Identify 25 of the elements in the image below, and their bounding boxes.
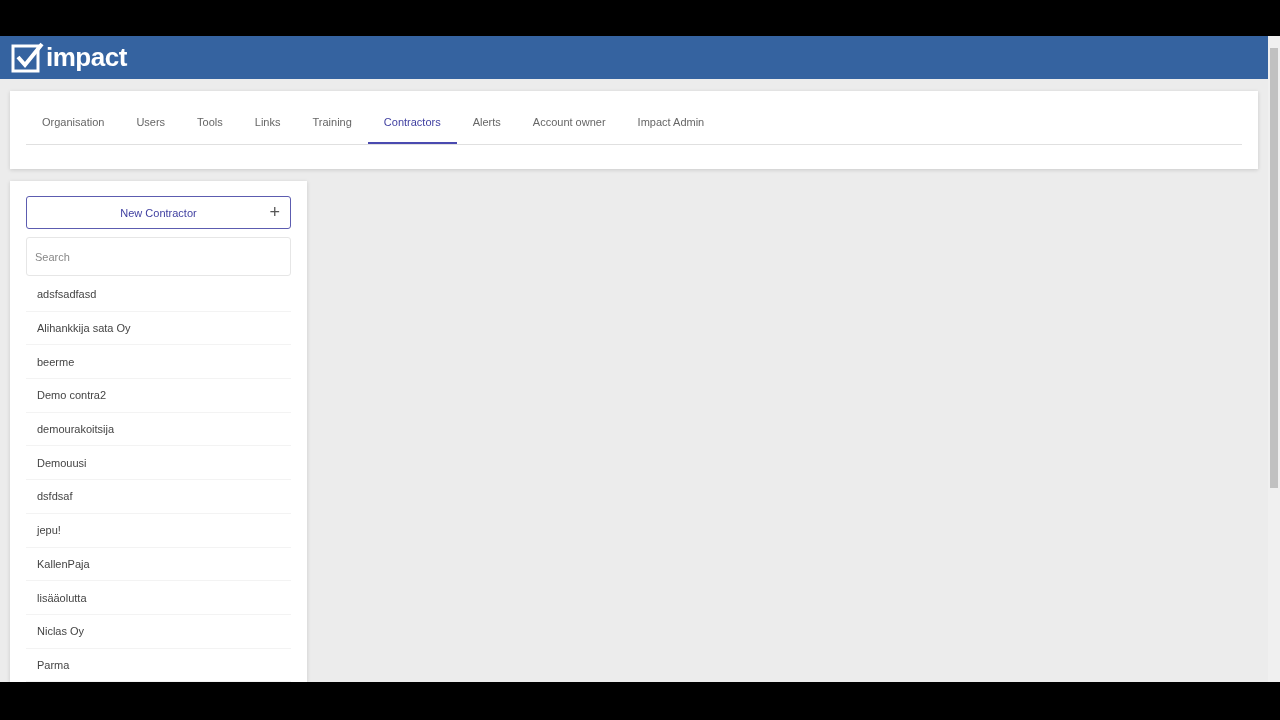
- nav-tab[interactable]: Organisation: [26, 91, 121, 144]
- contractor-list-item[interactable]: beerme: [26, 345, 291, 380]
- contractor-list-item[interactable]: dsfdsaf: [26, 480, 291, 514]
- nav-tab[interactable]: Contractors: [367, 91, 457, 144]
- contractor-list-item[interactable]: demourakoitsija: [26, 412, 291, 447]
- contractor-list-item[interactable]: Niclas Oy: [26, 614, 291, 649]
- contractor-list-item[interactable]: adsfsadfasd: [26, 278, 291, 312]
- nav-tab[interactable]: Users: [120, 91, 182, 144]
- search-field[interactable]: Search: [26, 237, 291, 276]
- contractor-list-item[interactable]: Alihankkija sata Oy: [26, 311, 291, 346]
- nav-tab[interactable]: Links: [238, 91, 297, 144]
- logo-text: impact: [46, 42, 127, 73]
- nav-tab[interactable]: Impact Admin: [621, 91, 721, 144]
- contractor-list-item[interactable]: KallenPaja: [26, 547, 291, 582]
- contractor-list-item[interactable]: jepu!: [26, 513, 291, 548]
- nav-tab[interactable]: Account owner: [516, 91, 622, 144]
- nav-tab[interactable]: Alerts: [456, 91, 517, 144]
- nav-tab[interactable]: Tools: [181, 91, 239, 144]
- nav-tab[interactable]: Training: [296, 91, 368, 144]
- new-contractor-button[interactable]: New Contractor +: [26, 196, 291, 229]
- scrollbar[interactable]: [1268, 36, 1280, 682]
- contractor-list-item[interactable]: Demouusi: [26, 446, 291, 481]
- contractor-list-item[interactable]: lisääolutta: [26, 581, 291, 615]
- checkbox-logo-icon: [11, 42, 44, 73]
- contractor-list-item[interactable]: Demo contra2: [26, 379, 291, 413]
